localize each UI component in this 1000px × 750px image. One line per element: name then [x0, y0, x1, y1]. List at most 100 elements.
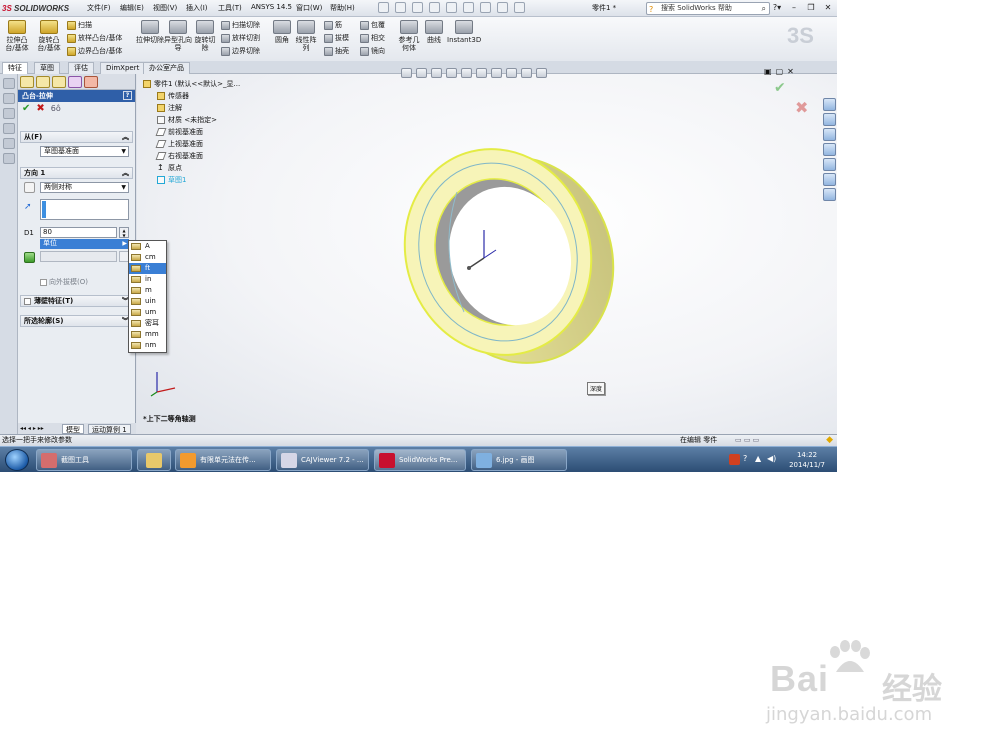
ok-check-icon[interactable]: ✔: [22, 104, 30, 114]
taskbar-cajviewer[interactable]: CAJViewer 7.2 - ...: [276, 449, 369, 471]
loft-boss-button[interactable]: 放样凸台/基体: [67, 33, 122, 44]
custom-properties-icon[interactable]: [823, 188, 836, 201]
tree-item-sensors[interactable]: 传感器: [143, 90, 240, 102]
revolved-boss-button[interactable]: 旋转凸台/基体: [35, 20, 63, 52]
view-orientation-icon[interactable]: [461, 68, 472, 78]
tab-model[interactable]: 模型: [62, 424, 84, 434]
tree-item-top-plane[interactable]: 上视基准面: [143, 138, 240, 150]
extrusion-preview-ring[interactable]: [372, 132, 632, 372]
menu-file[interactable]: 文件(F): [87, 3, 111, 13]
tab-motion-study[interactable]: 运动算例 1: [88, 424, 131, 434]
thin-feature-section-header[interactable]: 薄壁特征(T) ︾: [20, 295, 133, 307]
draft-button[interactable]: 拔模: [324, 33, 349, 44]
tray-network-icon[interactable]: ▲: [755, 454, 761, 463]
open-folder-icon[interactable]: [395, 2, 406, 13]
depth-callout[interactable]: 深度: [587, 382, 606, 395]
confirm-corner-cancel-icon[interactable]: ✖: [795, 98, 808, 117]
design-library-icon[interactable]: [823, 113, 836, 126]
viewport-close-icon[interactable]: ✕: [787, 67, 794, 76]
solidworks-logo[interactable]: 3S SOLIDWORKS: [2, 2, 74, 15]
tab-scroll-arrows-icon[interactable]: ◂◂ ◂ ▸ ▸▸: [20, 424, 44, 434]
menu-tools[interactable]: 工具(T): [218, 3, 242, 13]
tree-root[interactable]: 零件1 (默认<<默认>_显...: [143, 78, 240, 90]
feature-manager-icon[interactable]: [20, 76, 34, 88]
sketch-icon[interactable]: [3, 123, 15, 134]
confirm-corner-check-icon[interactable]: ✔: [774, 80, 786, 96]
rebuild-warning-icon[interactable]: ◆: [826, 435, 833, 446]
unit-option[interactable]: in: [129, 274, 166, 285]
configuration-manager-icon[interactable]: [52, 76, 66, 88]
graphics-area[interactable]: 零件1 (默认<<默认>_显... 传感器 注解 材质 <未指定> 前视基准面 …: [137, 67, 837, 434]
direction-selection-box[interactable]: [40, 199, 129, 220]
display-manager-icon[interactable]: [84, 76, 98, 88]
menu-window[interactable]: 窗口(W): [296, 3, 322, 13]
from-section-header[interactable]: 从(F) ︽: [20, 131, 133, 143]
sweep-button[interactable]: 扫描: [67, 20, 92, 31]
viewport-minimize-icon[interactable]: ▣: [764, 67, 772, 76]
new-document-icon[interactable]: [378, 2, 389, 13]
edit-appearance-icon[interactable]: [506, 68, 517, 78]
extruded-cut-button[interactable]: 拉伸切除: [136, 20, 164, 44]
shell-button[interactable]: 抽壳: [324, 46, 349, 57]
tree-item-origin[interactable]: ↥ 原点: [143, 162, 240, 174]
boundary-boss-button[interactable]: 边界凸台/基体: [67, 46, 122, 57]
search-folder-icon[interactable]: [823, 143, 836, 156]
solidworks-resources-icon[interactable]: [823, 98, 836, 111]
intersect-button[interactable]: 相交: [360, 33, 385, 44]
restore-icon[interactable]: ❐: [804, 1, 818, 14]
taskbar-browser[interactable]: 有限单元法在传...: [175, 449, 271, 471]
tab-sketch[interactable]: 草图: [34, 62, 60, 74]
tree-item-annotations[interactable]: 注解: [143, 102, 240, 114]
options-gear-icon[interactable]: [514, 2, 525, 13]
depth-spinner[interactable]: ▲ ▼: [119, 227, 129, 238]
revolved-cut-button[interactable]: 旋转切除: [192, 20, 218, 52]
cancel-x-icon[interactable]: ✖: [36, 104, 44, 114]
print-icon[interactable]: [429, 2, 440, 13]
extruded-boss-button[interactable]: 拉伸凸台/基体: [4, 20, 30, 52]
view-settings-icon[interactable]: [536, 68, 547, 78]
search-icon[interactable]: ⌕: [762, 3, 766, 14]
menu-ansys[interactable]: ANSYS 14.5: [251, 3, 292, 11]
align-icon[interactable]: [3, 108, 15, 119]
unit-option[interactable]: nm: [129, 340, 166, 351]
fillet-button[interactable]: 圆角: [272, 20, 292, 44]
linear-pattern-button[interactable]: 线性阵列: [294, 20, 318, 52]
instant3d-button[interactable]: Instant3D: [447, 20, 481, 44]
reverse-direction-icon[interactable]: [24, 182, 35, 193]
tab-evaluate[interactable]: 评估: [68, 62, 94, 74]
tree-item-right-plane[interactable]: 右视基准面: [143, 150, 240, 162]
wrap-button[interactable]: 包覆: [360, 20, 385, 31]
zoom-to-fit-icon[interactable]: [401, 68, 412, 78]
unit-option[interactable]: m: [129, 285, 166, 296]
tab-dimxpert[interactable]: DimXpert: [100, 62, 146, 74]
ime-icon[interactable]: [729, 454, 740, 465]
relation-icon[interactable]: [3, 153, 15, 164]
unit-option[interactable]: A: [129, 241, 166, 252]
dimxpert-manager-icon[interactable]: [68, 76, 82, 88]
outward-draft-checkbox[interactable]: [40, 278, 47, 286]
tab-office-products[interactable]: 办公室产品: [143, 62, 190, 74]
file-explorer-icon[interactable]: [823, 128, 836, 141]
undo-icon[interactable]: [446, 2, 457, 13]
rib-button[interactable]: 筋: [324, 20, 342, 31]
property-manager-icon[interactable]: [36, 76, 50, 88]
tab-features[interactable]: 特征: [2, 62, 28, 74]
copy-icon[interactable]: [3, 93, 15, 104]
move-icon[interactable]: [3, 78, 15, 89]
thin-feature-checkbox[interactable]: [24, 297, 31, 305]
save-icon[interactable]: [412, 2, 423, 13]
zoom-to-area-icon[interactable]: [416, 68, 427, 78]
unit-dropdown[interactable]: 单位 ▶: [40, 239, 129, 249]
display-style-icon[interactable]: [476, 68, 487, 78]
taskbar-paint[interactable]: 6.jpg - 画图: [471, 449, 567, 471]
dimension-icon[interactable]: [3, 138, 15, 149]
taskbar-explorer[interactable]: [137, 449, 171, 471]
minimize-icon[interactable]: –: [787, 1, 801, 14]
hole-wizard-button[interactable]: 异型孔向导: [164, 20, 192, 52]
unit-option[interactable]: mm: [129, 329, 166, 340]
file-properties-icon[interactable]: [497, 2, 508, 13]
lofted-cut-button[interactable]: 放样切割: [221, 33, 260, 44]
rebuild-icon[interactable]: [480, 2, 491, 13]
unit-option[interactable]: ft: [129, 263, 166, 274]
help-search-input[interactable]: ? 搜索 SolidWorks 帮助 ⌕: [646, 2, 770, 15]
